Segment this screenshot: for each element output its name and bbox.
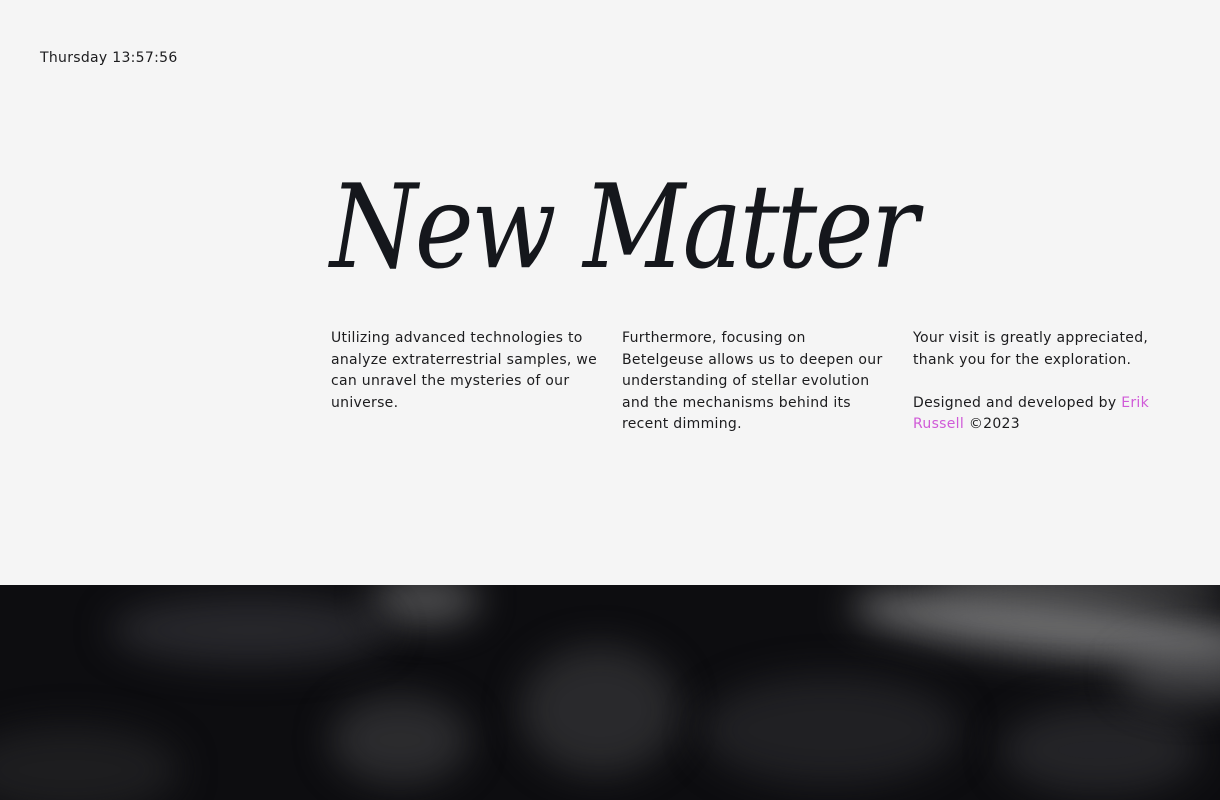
info-column-1: Utilizing advanced technologies to analy… bbox=[331, 328, 599, 436]
copyright-year: ©2023 bbox=[968, 416, 1020, 432]
hero-image-band bbox=[0, 585, 1220, 800]
info-columns: Utilizing advanced technologies to analy… bbox=[331, 328, 1163, 436]
info-column-2: Furthermore, focusing on Betelgeuse allo… bbox=[622, 328, 890, 436]
page: Thursday 13:57:56 New Matter Utilizing a… bbox=[0, 0, 1220, 800]
credits: Designed and developed by Erik Russell ©… bbox=[913, 393, 1163, 436]
credit-prefix: Designed and developed by bbox=[913, 394, 1117, 411]
betelgeuse-paragraph: Furthermore, focusing on Betelgeuse allo… bbox=[622, 330, 883, 432]
info-column-3: Your visit is greatly appreciated, thank… bbox=[913, 328, 1163, 436]
clock-time: Thursday 13:57:56 bbox=[40, 50, 178, 66]
intro-paragraph: Utilizing advanced technologies to analy… bbox=[331, 330, 598, 411]
thanks-paragraph: Your visit is greatly appreciated, thank… bbox=[913, 330, 1149, 368]
page-title: New Matter bbox=[330, 160, 919, 295]
